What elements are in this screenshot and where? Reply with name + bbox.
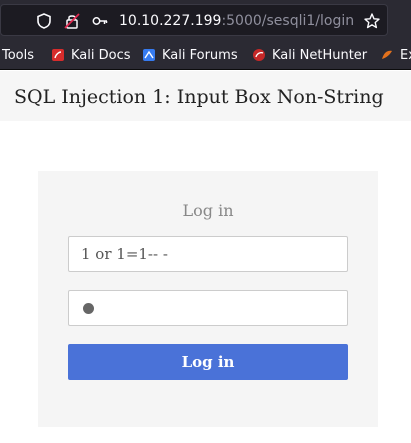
url-path: :5000/sesqli1/login?n [221, 13, 355, 29]
page-title: SQL Injection 1: Input Box Non-String [14, 86, 384, 108]
url-bar[interactable]: 10.10.227.199:5000/sesqli1/login?n [0, 4, 388, 36]
login-heading: Log in [182, 201, 234, 220]
kali-nethunter-icon [253, 49, 265, 61]
bookmark-label: Kali Forums [162, 47, 238, 63]
login-button[interactable]: Log in [68, 344, 348, 380]
bookmark-label: Kali Docs [71, 47, 131, 63]
browser-toolbar: 10.10.227.199:5000/sesqli1/login?n [0, 0, 411, 40]
bookmark-kali-nethunter[interactable]: Kali NetHunter [252, 47, 367, 63]
key-icon[interactable] [91, 12, 109, 30]
kali-docs-icon [52, 49, 64, 61]
password-input[interactable] [68, 290, 348, 326]
bookmark-exploit-db[interactable]: Ex [380, 47, 411, 63]
tracking-protection-shield-icon[interactable] [35, 12, 53, 30]
insecure-connection-lock-icon[interactable] [63, 12, 81, 30]
bookmark-label: Kali NetHunter [272, 47, 368, 63]
url-host: 10.10.227.199 [119, 13, 222, 29]
login-form: Log in 1 or 1=1-- - Log in [38, 171, 378, 427]
username-input[interactable]: 1 or 1=1-- - [68, 236, 348, 272]
bookmark-kali-forums[interactable]: Kali Forums [142, 47, 238, 63]
url-text[interactable]: 10.10.227.199:5000/sesqli1/login?n [119, 12, 355, 30]
bookmark-label: Ex [400, 47, 411, 63]
bookmark-tools[interactable]: Tools [2, 47, 34, 63]
password-mask-dot [83, 303, 94, 314]
page-header: SQL Injection 1: Input Box Non-String [0, 71, 411, 121]
exploit-db-icon [382, 50, 392, 59]
bookmark-label: Tools [2, 47, 35, 63]
bookmark-star-icon[interactable] [363, 12, 381, 30]
kali-forums-icon [143, 49, 155, 61]
bookmarks-toolbar: Tools Kali Docs Kali Forums Kali NetHunt… [0, 40, 411, 70]
bookmark-kali-docs[interactable]: Kali Docs [51, 47, 131, 63]
